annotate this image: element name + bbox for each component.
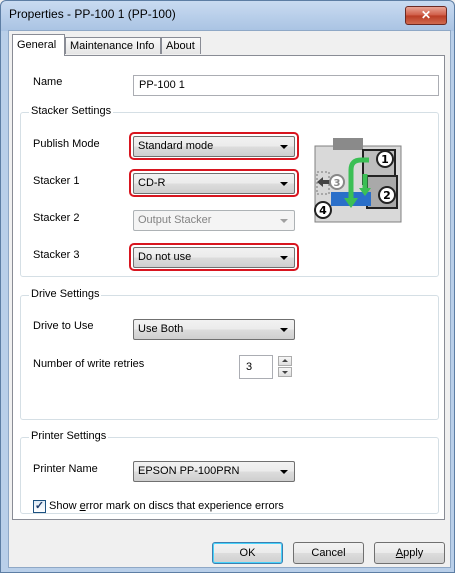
spin-down-button[interactable] [278, 367, 292, 377]
properties-window: Properties - PP-100 1 (PP-100) ✕ General… [0, 0, 455, 573]
general-panel: Name PP-100 1 Stacker Settings Publish M… [12, 55, 445, 520]
printer-name-select[interactable]: EPSON PP-100PRN [133, 461, 295, 482]
apply-button-label: pply [403, 547, 424, 559]
write-retries-value: 3 [246, 361, 253, 373]
chevron-down-icon [280, 328, 288, 332]
diagram-number-3: 3 [334, 178, 341, 189]
chevron-down-icon [280, 470, 288, 474]
checkmark-icon: ✓ [34, 500, 45, 512]
show-error-label-post: rror mark on discs that experience error… [85, 500, 284, 512]
stacker2-select: Output Stacker [133, 210, 295, 231]
publish-mode-select[interactable]: Standard mode [133, 136, 295, 157]
drive-to-use-value: Use Both [138, 323, 184, 335]
write-retries-label: Number of write retries [33, 358, 145, 370]
show-error-checkbox[interactable]: ✓ [33, 500, 46, 513]
stacker2-label: Stacker 2 [33, 212, 80, 224]
tab-maintenance-info[interactable]: Maintenance Info [65, 37, 161, 54]
printer-settings-title: Printer Settings [29, 430, 109, 442]
diagram-number-1: 1 [381, 153, 389, 166]
chevron-down-icon [280, 182, 288, 186]
apply-button[interactable]: Apply [374, 542, 445, 564]
stacker1-value: CD-R [138, 177, 166, 189]
apply-button-accel: A [395, 547, 404, 559]
tab-about[interactable]: About [161, 37, 201, 54]
dialog-body: General Maintenance Info About Name PP-1… [8, 30, 451, 568]
drive-settings-title: Drive Settings [29, 288, 102, 300]
chevron-down-icon [280, 219, 288, 223]
write-retries-input[interactable]: 3 [239, 355, 273, 379]
stacker2-value: Output Stacker [138, 214, 212, 226]
cancel-button[interactable]: Cancel [293, 542, 364, 564]
name-value: PP-100 1 [139, 79, 185, 91]
stacker-diagram-icon: 1 2 3 4 [311, 134, 403, 224]
stacker1-label: Stacker 1 [33, 175, 80, 187]
printer-name-value: EPSON PP-100PRN [138, 465, 240, 477]
stacker1-select[interactable]: CD-R [133, 173, 295, 194]
tab-general-label: General [17, 39, 57, 51]
name-label: Name [33, 76, 63, 88]
publish-mode-label: Publish Mode [33, 138, 100, 150]
show-error-label-pre: Show [49, 500, 80, 512]
ok-button-label: OK [239, 547, 256, 559]
diagram-number-2: 2 [383, 189, 391, 202]
name-field[interactable]: PP-100 1 [133, 75, 439, 96]
drive-to-use-select[interactable]: Use Both [133, 319, 295, 340]
window-title: Properties - PP-100 1 (PP-100) [9, 7, 176, 21]
ok-button[interactable]: OK [212, 542, 283, 564]
tab-general[interactable]: General [12, 34, 65, 56]
diagram-number-4: 4 [319, 204, 327, 217]
drive-to-use-label: Drive to Use [33, 320, 94, 332]
publish-mode-value: Standard mode [138, 140, 214, 152]
tab-maintenance-info-label: Maintenance Info [70, 40, 155, 52]
show-error-label[interactable]: Show error mark on discs that experience… [49, 500, 284, 512]
close-icon: ✕ [420, 8, 432, 22]
stacker3-select[interactable]: Do not use [133, 247, 295, 268]
printer-name-label: Printer Name [33, 463, 98, 475]
chevron-down-icon [280, 256, 288, 260]
cancel-button-label: Cancel [311, 547, 346, 559]
stacker3-value: Do not use [138, 251, 192, 263]
stacker3-label: Stacker 3 [33, 249, 80, 261]
chevron-down-icon [280, 145, 288, 149]
close-button[interactable]: ✕ [405, 6, 447, 25]
title-bar: Properties - PP-100 1 (PP-100) ✕ [1, 1, 454, 29]
stacker-settings-title: Stacker Settings [29, 105, 114, 117]
spin-up-button[interactable] [278, 356, 292, 366]
tab-about-label: About [166, 40, 195, 52]
